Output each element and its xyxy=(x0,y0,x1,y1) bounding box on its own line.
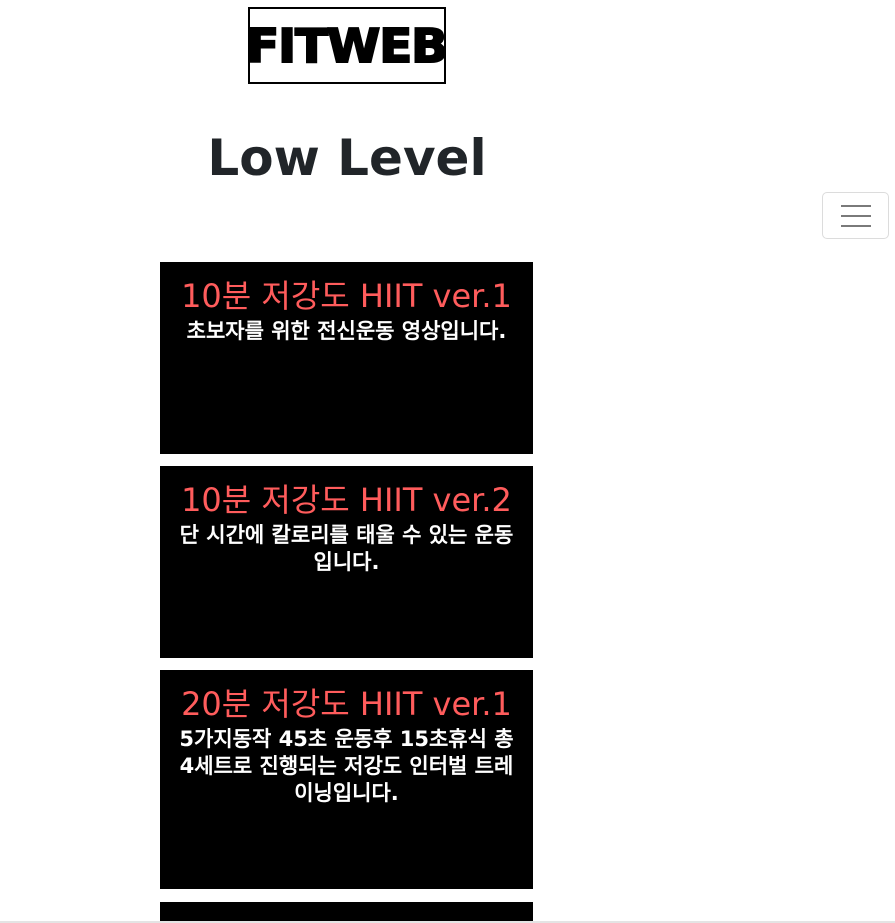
workout-card-description: 5가지동작 45초 운동후 15초휴식 총 4세트로 진행되는 저강도 인터벌 … xyxy=(179,727,514,805)
logo-text: FITWEB xyxy=(246,18,450,74)
workout-card-description: 초보자를 위한 전신운동 영상입니다. xyxy=(186,319,507,343)
hamburger-menu-icon xyxy=(840,204,871,207)
workout-card-title: 20분 저강도 HIIT ver.1 xyxy=(181,685,512,723)
workout-card-partial[interactable] xyxy=(160,902,533,923)
hamburger-menu-icon-line xyxy=(840,214,871,217)
page-title: Low Level xyxy=(207,129,487,187)
workout-card[interactable]: 10분 저강도 HIIT ver.2 단 시간에 칼로리를 태울 수 있는 운동… xyxy=(160,466,533,658)
workout-card-description: 단 시간에 칼로리를 태울 수 있는 운동입니다. xyxy=(179,523,514,574)
workout-card-title: 10분 저강도 HIIT ver.2 xyxy=(181,481,512,519)
workout-card-title: 10분 저강도 HIIT ver.1 xyxy=(181,277,512,315)
page: FITWEB Low Level 10분 저강도 HIIT ver.1 초보자를… xyxy=(0,0,895,923)
workout-card[interactable]: 10분 저강도 HIIT ver.1 초보자를 위한 전신운동 영상입니다. xyxy=(160,262,533,454)
navbar-toggle-button[interactable] xyxy=(822,192,889,239)
workout-card[interactable]: 20분 저강도 HIIT ver.1 5가지동작 45초 운동후 15초휴식 총… xyxy=(160,670,533,889)
fitweb-logo[interactable]: FITWEB xyxy=(246,7,450,84)
hamburger-menu-icon-line xyxy=(840,224,871,227)
